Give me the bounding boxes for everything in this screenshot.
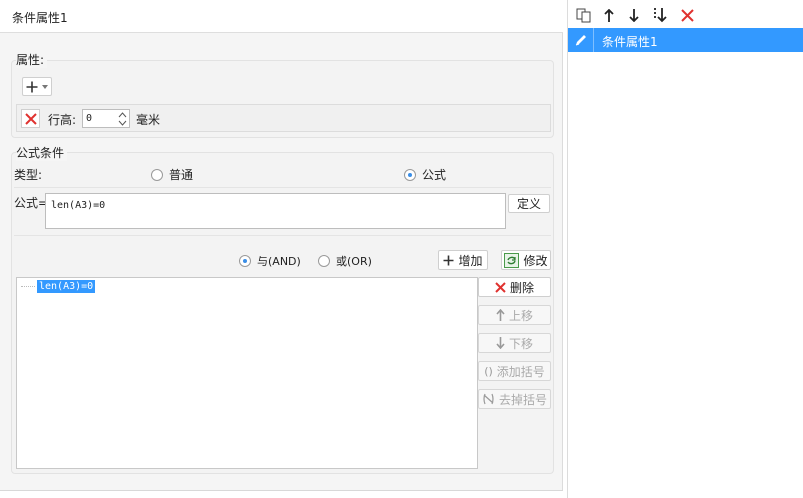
delete-button[interactable]: 删除 xyxy=(478,277,551,297)
formula-value: len(A3)=0 xyxy=(51,200,106,211)
remove-attribute-button[interactable] xyxy=(21,109,40,128)
delete-label: 删除 xyxy=(509,280,534,295)
radio-button xyxy=(151,168,163,181)
formula-condition-title: 公式条件 xyxy=(16,144,68,161)
bracket-icon: () xyxy=(484,364,493,378)
list-item[interactable]: len(A3)=0 xyxy=(21,279,96,293)
tree-connector xyxy=(21,285,35,287)
type-radio-formula[interactable]: 公式 xyxy=(404,166,446,183)
pane-title: 条件属性1 xyxy=(12,11,68,25)
move-up-button[interactable]: 上移 xyxy=(478,305,551,325)
copy-icon[interactable] xyxy=(574,6,592,24)
panel-toolbar xyxy=(568,0,803,28)
condition-list-panel: 条件属性1 xyxy=(567,0,803,498)
move-down-label: 下移 xyxy=(508,336,533,351)
arrow-up-icon xyxy=(496,309,505,321)
move-down-button[interactable]: 下移 xyxy=(478,333,551,353)
row-height-label: 行高: xyxy=(48,113,77,127)
condition-text: len(A3)=0 xyxy=(37,279,96,293)
arrow-up-icon[interactable] xyxy=(600,6,618,24)
remove-bracket-icon xyxy=(483,393,494,405)
logic-radio-or[interactable]: 或(OR) xyxy=(318,253,372,269)
add-bracket-button[interactable]: () 添加括号 xyxy=(478,361,551,381)
plus-icon xyxy=(443,255,454,265)
plus-icon xyxy=(26,81,38,92)
logic-and-label: 与(AND) xyxy=(257,255,301,268)
radio-button xyxy=(318,255,330,267)
add-condition-button[interactable]: 增加 xyxy=(438,250,488,270)
arrow-down-icon xyxy=(496,337,505,349)
condition-list[interactable]: len(A3)=0 xyxy=(16,277,478,469)
arrow-down-icon[interactable] xyxy=(625,6,643,24)
edit-cell xyxy=(568,28,594,52)
formula-label: 公式= xyxy=(14,196,49,210)
spin-down-icon[interactable] xyxy=(118,120,127,126)
divider xyxy=(14,235,551,236)
modify-condition-button[interactable]: 修改 xyxy=(501,250,551,270)
unit-label: 毫米 xyxy=(136,113,161,127)
logic-radio-and[interactable]: 与(AND) xyxy=(239,253,301,269)
logic-or-label: 或(OR) xyxy=(336,255,372,268)
condition-editor-pane: 条件属性1 属性: 行高: 0 毫米 公式条件 类型: 普通 公式 公式= le… xyxy=(0,0,563,498)
define-button[interactable]: 定义 xyxy=(508,194,550,213)
define-button-label: 定义 xyxy=(516,197,541,211)
bottom-tab-strip xyxy=(0,490,563,498)
add-condition-label: 增加 xyxy=(458,253,483,268)
modify-condition-label: 修改 xyxy=(523,253,548,268)
row-height-row: 行高: 0 毫米 xyxy=(16,104,551,132)
delete-x-icon xyxy=(495,281,506,293)
radio-button-selected xyxy=(239,255,251,267)
row-height-spinner[interactable]: 0 xyxy=(82,109,130,128)
remove-bracket-button[interactable]: 去掉括号 xyxy=(478,389,551,409)
list-item-label: 条件属性1 xyxy=(602,35,658,49)
type-option-formula-label: 公式 xyxy=(422,168,447,182)
caret-down-icon xyxy=(42,84,48,89)
close-icon xyxy=(24,112,37,125)
move-up-label: 上移 xyxy=(508,308,533,323)
formula-input[interactable]: len(A3)=0 xyxy=(45,193,506,229)
radio-button-selected xyxy=(404,168,416,181)
add-attribute-dropdown[interactable] xyxy=(22,77,52,96)
move-to-bottom-icon[interactable] xyxy=(651,6,669,24)
pencil-icon xyxy=(575,35,586,46)
list-item-selected[interactable]: 条件属性1 xyxy=(568,28,803,52)
row-height-value: 0 xyxy=(86,113,93,124)
remove-bracket-label: 去掉括号 xyxy=(498,392,547,407)
type-radio-normal[interactable]: 普通 xyxy=(151,166,193,183)
type-label: 类型: xyxy=(14,168,43,182)
pane-header: 条件属性1 xyxy=(0,0,563,33)
edit-refresh-icon xyxy=(504,252,520,268)
add-bracket-label: 添加括号 xyxy=(496,364,545,379)
delete-icon[interactable] xyxy=(678,6,696,24)
attributes-title: 属性: xyxy=(16,51,48,68)
spin-up-icon[interactable] xyxy=(118,112,127,118)
type-option-normal-label: 普通 xyxy=(169,168,194,182)
divider xyxy=(14,187,551,188)
